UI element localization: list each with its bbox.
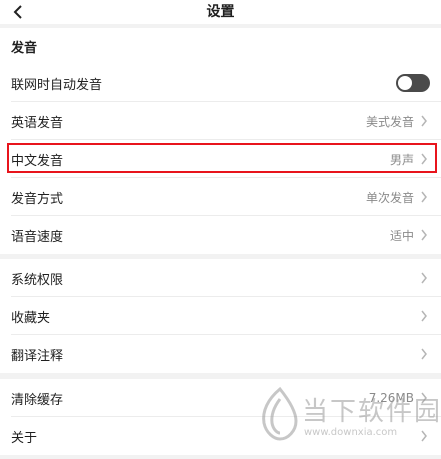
pronunciation-mode-row[interactable]: 发音方式 单次发音 <box>0 178 441 216</box>
chevron-right-icon <box>420 309 430 323</box>
top-bar: 设置 <box>0 0 441 24</box>
chevron-right-icon <box>420 228 430 242</box>
chevron-right-icon <box>420 347 430 361</box>
auto-pronounce-row[interactable]: 联网时自动发音 <box>0 64 441 102</box>
row-label: 翻译注释 <box>11 348 64 364</box>
row-label: 收藏夹 <box>11 310 51 326</box>
chevron-right-icon <box>420 190 430 204</box>
row-label: 联网时自动发音 <box>11 77 103 93</box>
general-section: 系统权限 收藏夹 翻译注释 <box>0 259 441 373</box>
row-label: 发音方式 <box>11 191 64 207</box>
toggle-knob <box>398 76 412 90</box>
translation-notes-row[interactable]: 翻译注释 <box>0 335 441 373</box>
row-label: 英语发音 <box>11 115 64 131</box>
english-pronunciation-row[interactable]: 英语发音 美式发音 <box>0 102 441 140</box>
chevron-right-icon <box>420 271 430 285</box>
watermark: 当下软件园 www.downxia.com <box>258 385 441 459</box>
row-value: 适中 <box>389 228 414 243</box>
watermark-logo-icon <box>262 386 298 441</box>
pronunciation-section: 发音 联网时自动发音 英语发音 美式发音 中文发音 男声 发音方式 单次发音 语… <box>0 28 441 254</box>
auto-pronounce-toggle[interactable] <box>396 74 430 92</box>
watermark-url: www.downxia.com <box>304 427 398 438</box>
speech-speed-row[interactable]: 语音速度 适中 <box>0 216 441 254</box>
row-value: 单次发音 <box>365 190 414 205</box>
row-value: 美式发音 <box>365 114 414 129</box>
row-label: 语音速度 <box>11 229 64 245</box>
section-label: 发音 <box>11 40 38 56</box>
favorites-row[interactable]: 收藏夹 <box>0 297 441 335</box>
page-title: 设置 <box>206 4 235 20</box>
row-label: 系统权限 <box>11 272 64 288</box>
highlight-box <box>7 143 437 173</box>
system-permissions-row[interactable]: 系统权限 <box>0 259 441 297</box>
chevron-right-icon <box>420 114 430 128</box>
watermark-text: 当下软件园 <box>302 397 441 427</box>
